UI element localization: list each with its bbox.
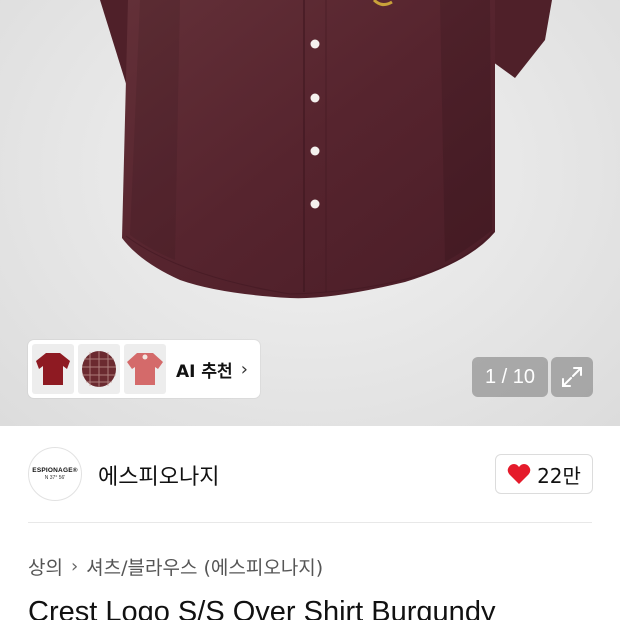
plaid-shirt-icon [82,351,116,387]
recommend-thumb-3[interactable] [124,344,166,394]
chevron-right-icon: › [240,358,248,380]
heart-icon [507,464,531,484]
brand-name-link[interactable]: 에스피오나지 [98,459,219,491]
brand-logo-subtext: N 37° 56' [44,475,66,481]
chevron-right-icon: › [70,556,79,577]
brand-logo-text: ESPIONAGE® [32,467,78,474]
expand-icon [562,367,582,387]
product-title: Crest Logo S/S Over Shirt Burgundy [28,596,496,620]
expand-button[interactable] [551,357,593,397]
ai-recommend-button[interactable]: AI 추천 › [176,357,248,382]
image-counter: 1 / 10 [472,357,548,397]
ai-recommend-strip[interactable]: AI 추천 › [28,340,260,398]
pink-shirt-icon [127,353,163,385]
like-button[interactable]: 22만 [495,454,593,494]
product-image-gallery[interactable]: AI 추천 › 1 / 10 [0,0,620,426]
burgundy-shirt-icon [36,353,70,385]
brand-logo[interactable]: ESPIONAGE® N 37° 56' [28,447,82,501]
recommend-thumb-2[interactable] [78,344,120,394]
breadcrumb-subcategory[interactable]: 셔츠/블라우스 (에스피오나지) [86,553,323,580]
like-count: 22만 [537,463,581,488]
brand-row: ESPIONAGE® N 37° 56' 에스피오나지 22만 [0,426,620,522]
breadcrumb: 상의 › 셔츠/블라우스 (에스피오나지) [28,553,323,580]
ai-recommend-label: AI 추천 [176,361,233,382]
breadcrumb-category[interactable]: 상의 [28,553,63,580]
divider [28,522,592,523]
recommend-thumb-1[interactable] [32,344,74,394]
